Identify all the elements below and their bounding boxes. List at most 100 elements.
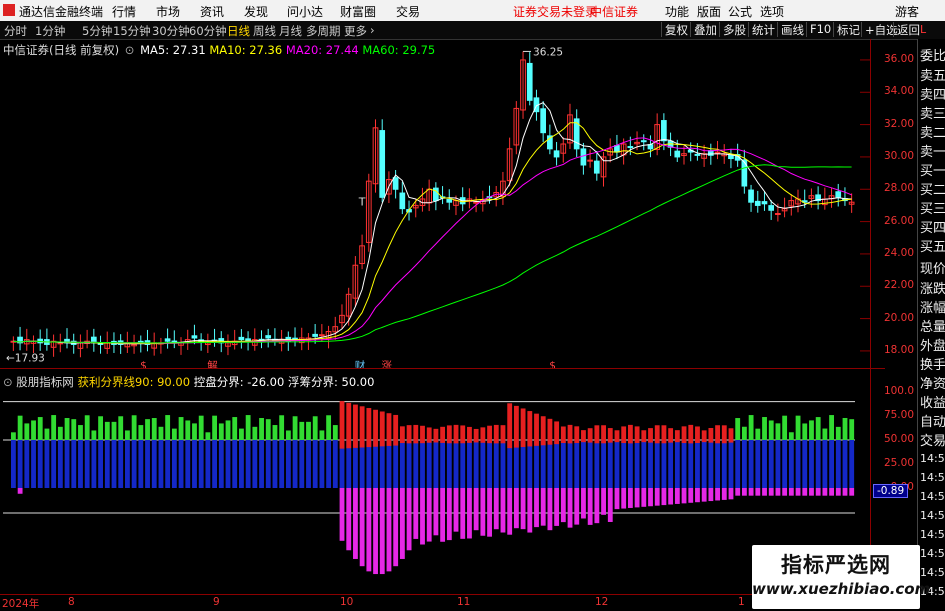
f10-button[interactable]: F10 <box>806 22 834 37</box>
green-bar <box>842 417 848 440</box>
side-item[interactable]: 卖一 <box>920 141 945 160</box>
menu-market[interactable]: 市场 <box>156 3 180 20</box>
broker-name[interactable]: 中信证券 <box>590 3 638 20</box>
indicator-settings-icon[interactable]: ⊙ <box>3 375 13 389</box>
chevron-right-icon[interactable]: › <box>370 23 375 37</box>
menu-trade[interactable]: 交易 <box>396 3 420 20</box>
side-item[interactable]: 卖五 <box>920 65 945 84</box>
side-item[interactable]: 自动 <box>920 411 945 430</box>
tick-time: 14:56 <box>920 471 945 484</box>
side-item[interactable]: 买一 <box>920 160 945 179</box>
red-bar <box>721 425 727 444</box>
menu-function[interactable]: 功能 <box>665 3 689 20</box>
magenta-bar <box>426 488 432 542</box>
login-status[interactable]: 证券交易未登录 <box>513 3 597 20</box>
menu-quotes[interactable]: 行情 <box>112 3 136 20</box>
period-15min[interactable]: 15分钟 <box>113 23 151 39</box>
side-item[interactable]: 净资 <box>920 373 945 392</box>
side-item[interactable]: 委比 <box>920 45 945 64</box>
guest-label[interactable]: 游客 <box>895 3 919 20</box>
candle-body <box>238 336 245 341</box>
side-item[interactable]: 买三 <box>920 198 945 217</box>
side-item[interactable]: 卖二 <box>920 122 945 141</box>
menu-discover[interactable]: 发现 <box>244 3 268 20</box>
blue-bar <box>708 440 714 488</box>
side-item[interactable]: 买五 <box>920 236 945 255</box>
red-bar <box>500 425 506 444</box>
price-tick-label: 30.00 <box>883 149 914 162</box>
magenta-bar <box>440 488 446 542</box>
side-item[interactable]: 涨幅 <box>920 297 945 316</box>
side-item[interactable]: 外盘 <box>920 335 945 354</box>
blue-bar <box>775 440 781 488</box>
green-bar <box>292 416 298 440</box>
period-30min[interactable]: 30分钟 <box>152 23 190 39</box>
period-tick[interactable]: 分时 <box>4 23 27 39</box>
green-bar <box>755 428 761 440</box>
green-bar <box>44 428 50 440</box>
blue-bar <box>681 440 687 488</box>
magenta-bar <box>527 488 533 533</box>
red-bar <box>587 428 593 443</box>
multi-stock-button[interactable]: 多股 <box>719 22 749 37</box>
tick-time: 14:56 <box>920 452 945 465</box>
period-5min[interactable]: 5分钟 <box>82 23 112 39</box>
candle-body <box>553 150 560 158</box>
red-bar <box>674 430 680 443</box>
blue-bar <box>111 440 117 488</box>
indicator-chart[interactable] <box>0 388 870 593</box>
red-bar <box>567 424 573 444</box>
menu-formula[interactable]: 公式 <box>728 3 752 20</box>
price-chart[interactable]: 36.25 ←17.93 T $ 解 财 涨 $ <box>0 39 885 369</box>
period-monthly[interactable]: 月线 <box>279 23 302 39</box>
blue-bar <box>446 440 452 488</box>
side-item[interactable]: 现价 <box>920 258 945 277</box>
green-bar <box>306 421 311 440</box>
magenta-bar <box>353 488 358 559</box>
event-marker: 财 <box>355 359 366 369</box>
magenta-bar <box>695 488 700 503</box>
magenta-bar <box>849 488 855 496</box>
period-more[interactable]: 更多 <box>344 23 367 39</box>
side-item[interactable]: 涨跌 <box>920 278 945 297</box>
side-item[interactable]: 卖三 <box>920 103 945 122</box>
watermark-url: www.xuezhibiao.com <box>752 580 931 598</box>
green-bar <box>78 425 83 440</box>
blue-bar <box>151 440 157 488</box>
mark-button[interactable]: 标记 <box>833 22 863 37</box>
candle-body <box>580 148 587 166</box>
period-60min[interactable]: 60分钟 <box>189 23 227 39</box>
blue-bar <box>326 440 332 488</box>
side-item[interactable]: 交易 <box>920 430 945 449</box>
cursor-value-badge: -0.89 <box>873 484 909 498</box>
magenta-bar <box>701 488 707 502</box>
side-item[interactable]: 买四 <box>920 217 945 236</box>
period-weekly[interactable]: 周线 <box>253 23 276 39</box>
side-item[interactable]: 总量 <box>920 316 945 335</box>
stats-button[interactable]: 统计 <box>748 22 778 37</box>
candle-body <box>694 153 701 156</box>
menu-options[interactable]: 选项 <box>760 3 784 20</box>
menu-news[interactable]: 资讯 <box>200 3 224 20</box>
magenta-bar <box>520 488 526 530</box>
side-item[interactable]: 收益 <box>920 392 945 411</box>
magenta-bar <box>721 488 727 500</box>
green-bar <box>71 419 77 440</box>
draw-button[interactable]: 画线 <box>777 22 807 37</box>
period-multi[interactable]: 多周期 <box>306 23 341 39</box>
side-item[interactable]: 卖四 <box>920 84 945 103</box>
magenta-bar <box>735 488 741 496</box>
period-1min[interactable]: 1分钟 <box>35 23 65 39</box>
blue-bar <box>567 440 573 488</box>
side-item[interactable]: 买二 <box>920 179 945 198</box>
adjust-button[interactable]: 复权 <box>661 22 691 37</box>
red-bar <box>715 425 720 444</box>
side-item[interactable]: 换手 <box>920 354 945 373</box>
menu-layout[interactable]: 版面 <box>697 3 721 20</box>
back-button[interactable]: 返回 <box>893 22 923 37</box>
menu-assistant[interactable]: 问小达 <box>287 3 323 20</box>
overlay-button[interactable]: 叠加 <box>690 22 720 37</box>
period-daily[interactable]: 日线 <box>227 23 250 39</box>
candle-body <box>265 335 272 339</box>
menu-wealth[interactable]: 财富圈 <box>340 3 376 20</box>
